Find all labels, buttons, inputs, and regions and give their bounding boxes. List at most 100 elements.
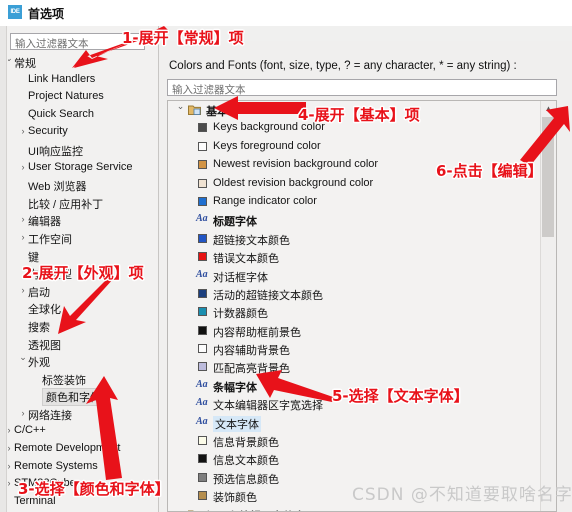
sidebar-item[interactable]: › 工作空间 bbox=[8, 230, 158, 248]
color-swatch-icon bbox=[198, 160, 207, 170]
sidebar-item-label: 标签装饰 bbox=[42, 374, 86, 387]
sidebar-item-label: Security bbox=[28, 125, 68, 138]
colors-tree-row[interactable]: 内容辅助背景色 bbox=[168, 340, 540, 358]
page-title: Colors and Fonts (font, size, type, ? = … bbox=[169, 60, 517, 72]
sidebar-item-label: Project Natures bbox=[28, 90, 104, 103]
ide-icon: IDE bbox=[8, 5, 22, 19]
colors-tree-row[interactable]: Aa 文本字体 bbox=[168, 414, 540, 432]
colors-tree-row[interactable]: 活动的超链接文本颜色 bbox=[168, 285, 540, 303]
sidebar-item-label: 比较 / 应用补丁 bbox=[28, 198, 104, 211]
sidebar-item[interactable]: 标签装饰 bbox=[8, 371, 158, 389]
sidebar-item[interactable]: Quick Search bbox=[8, 107, 158, 125]
sidebar-item-label: 常规 bbox=[14, 58, 36, 70]
sidebar-item[interactable]: ⌄ 常规 bbox=[8, 54, 158, 72]
sidebar-item[interactable]: 全球化 bbox=[8, 300, 158, 318]
colors-tree-label: Newest revision background color bbox=[213, 158, 379, 171]
font-icon: Aa bbox=[196, 268, 208, 280]
sidebar-item-label: 网络连接 bbox=[28, 409, 72, 422]
colors-tree-row[interactable]: Keys foreground color bbox=[168, 138, 540, 156]
sidebar-item[interactable]: ⌄ 外观 bbox=[8, 352, 158, 371]
annotation-step6: 6-点击【编辑】 bbox=[436, 162, 543, 180]
scrollbar-thumb[interactable] bbox=[542, 117, 554, 237]
colors-tree-row[interactable]: 匹配高亮背景色 bbox=[168, 358, 540, 376]
colors-tree-label: 内容帮助框前景色 bbox=[213, 326, 301, 339]
colors-tree-label: Keys foreground color bbox=[213, 139, 321, 152]
window-title: 首选项 bbox=[28, 7, 65, 21]
sidebar-item[interactable]: › User Storage Service bbox=[8, 160, 158, 178]
colors-tree-label: 活动的超链接文本颜色 bbox=[213, 289, 323, 302]
category-filter-placeholder: 输入过滤器文本 bbox=[15, 38, 89, 50]
sidebar-item[interactable]: Project Natures bbox=[8, 89, 158, 107]
colors-tree-label: 文本编辑器区字宽选择 bbox=[213, 400, 323, 413]
sidebar-item[interactable]: Web 浏览器 bbox=[8, 177, 158, 195]
chevron-down-icon[interactable]: ⌄ bbox=[176, 101, 185, 112]
font-icon: Aa bbox=[196, 415, 208, 427]
colors-tree-row[interactable]: Range indicator color bbox=[168, 193, 540, 211]
sidebar-item-label: 编辑器 bbox=[28, 216, 61, 229]
sidebar-item-label: Web 浏览器 bbox=[28, 181, 87, 194]
sidebar-item[interactable]: Link Handlers bbox=[8, 72, 158, 90]
chevron-right-icon[interactable]: › bbox=[18, 126, 28, 136]
colors-tree-label: Oldest revision background color bbox=[213, 176, 374, 189]
colors-tree-label: 基本 bbox=[206, 106, 228, 118]
color-swatch-icon bbox=[198, 362, 207, 372]
sidebar-item[interactable]: 颜色和字体 bbox=[8, 388, 158, 407]
sidebar-item[interactable]: 透视图 bbox=[8, 336, 158, 354]
color-swatch-icon bbox=[198, 436, 207, 446]
colors-tree-label: 内容辅助背景色 bbox=[213, 345, 290, 358]
colors-tree-label: 信息背景颜色 bbox=[213, 437, 279, 450]
colors-tree-row[interactable]: › 视图和编辑器文件夹 bbox=[168, 506, 540, 511]
chevron-right-icon[interactable]: › bbox=[18, 285, 28, 295]
chevron-down-icon[interactable]: ⌄ bbox=[18, 352, 28, 363]
colors-tree-label: Range indicator color bbox=[213, 194, 317, 207]
colors-tree-row[interactable]: 超链接文本颜色 bbox=[168, 230, 540, 248]
color-swatch-icon bbox=[198, 491, 207, 501]
chevron-right-icon[interactable]: › bbox=[18, 162, 28, 172]
font-icon: Aa bbox=[196, 378, 208, 390]
colors-tree-label: 计数器颜色 bbox=[213, 308, 268, 321]
colors-tree-row[interactable]: Aa 对话框字体 bbox=[168, 267, 540, 285]
sidebar-item[interactable]: › 启动 bbox=[8, 283, 158, 301]
colors-tree-row[interactable]: Aa 标题字体 bbox=[168, 211, 540, 229]
sidebar-item[interactable]: ›Remote Systems bbox=[8, 459, 158, 477]
sidebar-item[interactable]: › Security bbox=[8, 124, 158, 142]
annotation-step2: 2-展开【外观】项 bbox=[22, 264, 144, 282]
sidebar-item-label: 全球化 bbox=[28, 304, 61, 317]
color-swatch-icon bbox=[198, 233, 207, 243]
colors-filter-input[interactable]: 输入过滤器文本 bbox=[167, 79, 557, 96]
sidebar-item[interactable]: › 编辑器 bbox=[8, 212, 158, 230]
annotation-step1: 1-展开【常规】项 bbox=[122, 29, 244, 47]
sidebar-item[interactable]: › 网络连接 bbox=[8, 406, 158, 424]
color-swatch-icon bbox=[198, 141, 207, 151]
font-icon: Aa bbox=[196, 397, 208, 409]
sidebar-item-label: User Storage Service bbox=[28, 160, 133, 173]
chevron-right-icon[interactable]: › bbox=[176, 509, 185, 511]
colors-tree-label: 信息文本颜色 bbox=[213, 455, 279, 468]
sidebar-item[interactable]: ›C/C++ bbox=[8, 423, 158, 441]
sidebar-item-label: Remote Development bbox=[14, 442, 121, 455]
chevron-right-icon[interactable]: › bbox=[18, 232, 28, 242]
sidebar-item-label: Quick Search bbox=[28, 107, 95, 120]
scroll-up-arrow-icon[interactable]: ▲ bbox=[541, 102, 556, 115]
sidebar-item[interactable]: 搜索 bbox=[8, 318, 158, 336]
color-swatch-icon bbox=[198, 472, 207, 482]
sidebar-item[interactable]: 比较 / 应用补丁 bbox=[8, 195, 158, 213]
colors-tree-label: 标题字体 bbox=[213, 216, 257, 229]
folder-icon bbox=[188, 104, 201, 115]
colors-tree-row[interactable]: 信息背景颜色 bbox=[168, 432, 540, 450]
colors-tree-row[interactable]: 计数器颜色 bbox=[168, 303, 540, 321]
sidebar-item-label: Link Handlers bbox=[28, 72, 96, 85]
colors-tree-label: 视图和编辑器文件夹 bbox=[206, 508, 305, 512]
chevron-right-icon[interactable]: › bbox=[18, 408, 28, 418]
color-swatch-icon bbox=[198, 307, 207, 317]
chevron-right-icon[interactable]: › bbox=[18, 214, 28, 224]
color-swatch-icon bbox=[198, 178, 207, 188]
colors-tree-row[interactable]: 内容帮助框前景色 bbox=[168, 322, 540, 340]
sidebar-item[interactable]: ›Remote Development bbox=[8, 441, 158, 459]
colors-tree-row[interactable]: 信息文本颜色 bbox=[168, 450, 540, 468]
annotation-step5: 5-选择【文本字体】 bbox=[332, 387, 469, 405]
colors-tree-row[interactable]: 错误文本颜色 bbox=[168, 248, 540, 266]
sidebar-item-label: 外观 bbox=[28, 357, 50, 370]
sidebar-item[interactable]: UI响应监控 bbox=[8, 142, 158, 160]
sidebar-item-label: C/C++ bbox=[14, 424, 46, 437]
